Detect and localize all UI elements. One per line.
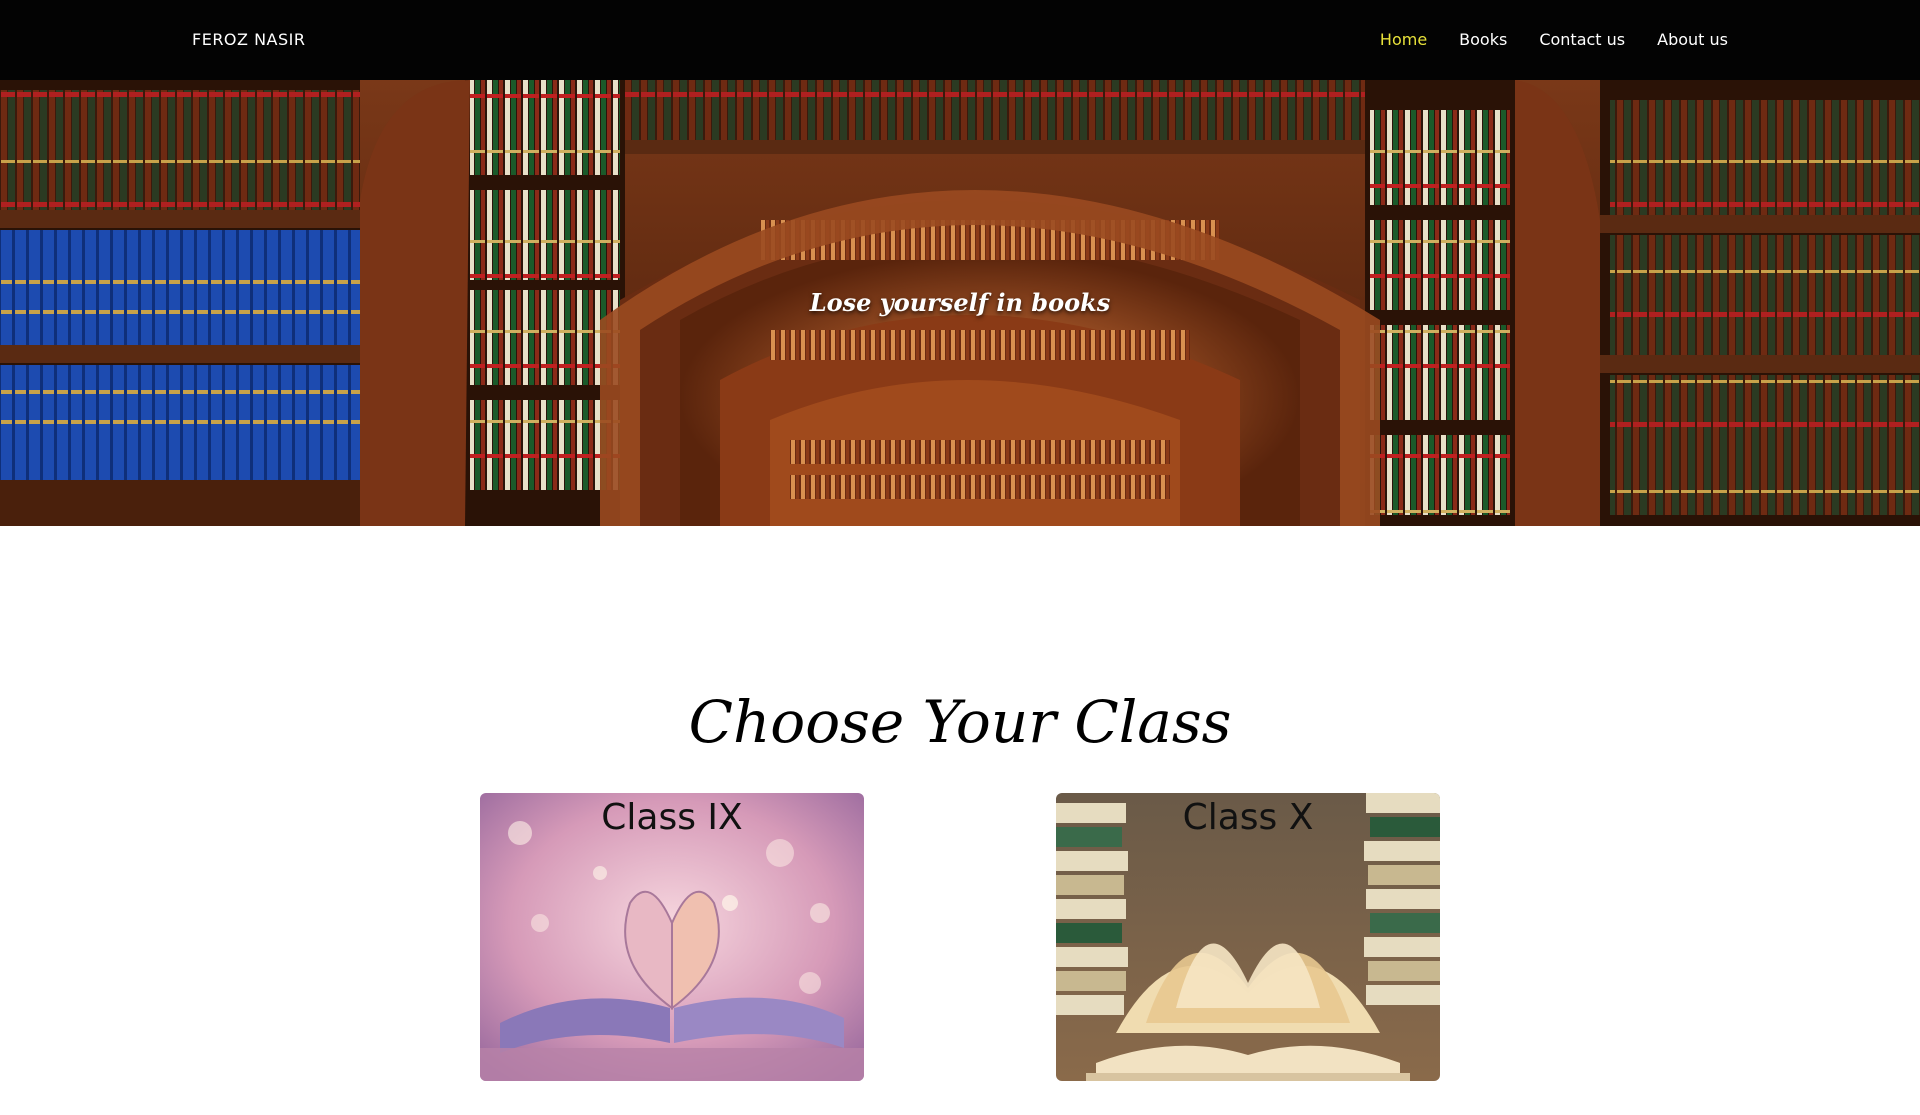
nav-links: Home Books Contact us About us [1380, 30, 1728, 49]
hero-banner: Lose yourself in books [0, 80, 1920, 526]
class-ix-label: Class IX [601, 797, 743, 838]
class-x-label: Class X [1182, 797, 1314, 838]
brand-logo[interactable]: FEROZ NASIR [192, 30, 305, 49]
hero-tagline: Lose yourself in books [809, 288, 1111, 317]
navbar: FEROZ NASIR Home Books Contact us About … [0, 0, 1920, 80]
nav-link-books[interactable]: Books [1459, 30, 1507, 49]
class-x-card[interactable]: Class X [1056, 793, 1440, 1081]
nav-link-about-us[interactable]: About us [1657, 30, 1728, 49]
class-ix-card[interactable]: Class IX [480, 793, 864, 1081]
nav-link-home[interactable]: Home [1380, 30, 1427, 49]
section-title: Choose Your Class [688, 688, 1232, 756]
nav-link-contact-us[interactable]: Contact us [1539, 30, 1625, 49]
